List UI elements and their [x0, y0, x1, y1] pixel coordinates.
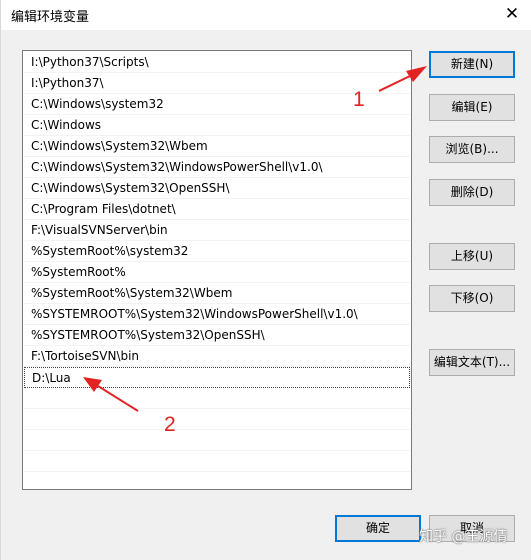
watermark: 知乎 @王源倩	[419, 529, 508, 545]
annotation-label-1: 1	[353, 88, 365, 111]
annotation-arrow-1-head	[406, 66, 427, 82]
annotation-arrows	[83, 66, 427, 412]
edit-env-variable-dialog: 编辑环境变量 ✕ I:\Python37\Scripts\ I:\Python3…	[0, 0, 531, 560]
annotation-arrow-2-head	[83, 377, 102, 392]
annotation-arrow-2-shaft	[97, 385, 139, 412]
annotation-label-2: 2	[164, 413, 176, 436]
annotation-arrow-1-shaft	[378, 75, 411, 92]
